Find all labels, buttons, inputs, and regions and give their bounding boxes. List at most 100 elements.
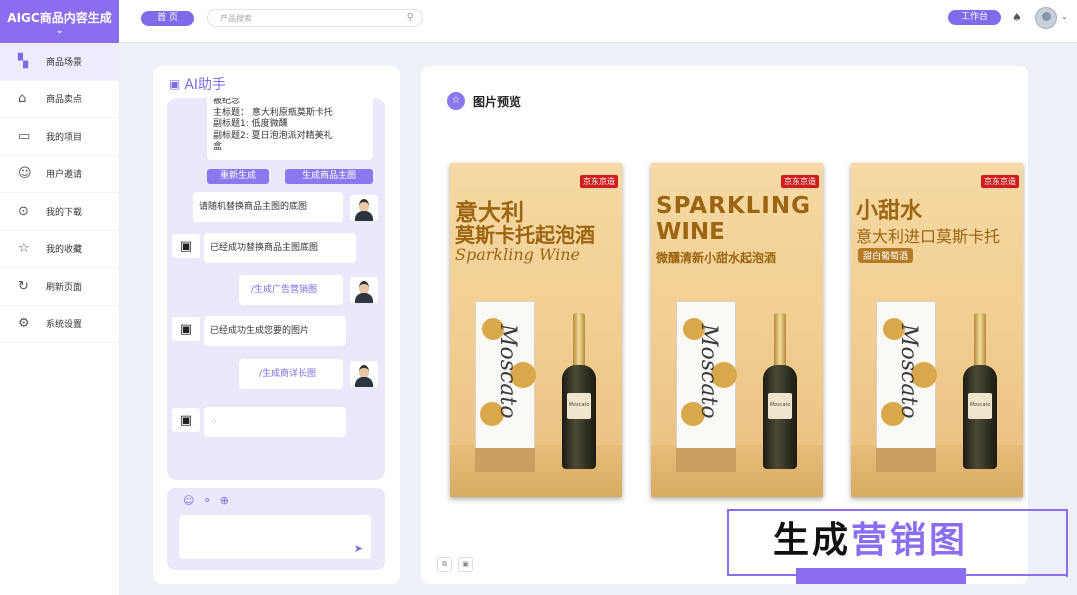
product-box-base (475, 448, 535, 472)
search-icon[interactable]: ⚲ (407, 12, 414, 23)
chat-message-user: 请随机替换商品主图的底图 (193, 192, 343, 222)
chat-title: ▣ AI助手 (169, 74, 226, 94)
poster-image[interactable]: 京东京造 小甜水 意大利进口莫斯卡托 甜白葡萄酒 Moscato Moscato (851, 163, 1023, 497)
bot-avatar: ▣ (172, 234, 200, 258)
product-box: Moscato (876, 301, 937, 471)
bottle-label-text: Moscato (568, 402, 590, 408)
poster-image[interactable]: 京东京造 SPARKLING WINE 微醺清新小甜水起泡酒 Moscato M… (651, 163, 823, 497)
store-icon: ⌂ (18, 91, 27, 107)
chevron-down-icon[interactable]: ⌄ (0, 26, 119, 36)
banner-text: 生成营销图 (773, 519, 968, 563)
product-box: Moscato (676, 301, 737, 471)
search-input[interactable]: 产品搜索 ⚲ (207, 9, 423, 27)
gear-icon: ⚙ (18, 316, 30, 332)
monitor-icon: ▣ (179, 238, 193, 254)
bottle-neck (974, 313, 986, 373)
monitor-icon: ▣ (169, 77, 181, 91)
folder-icon: ▭ (18, 128, 31, 144)
sidebar-item-invite[interactable]: ☺ 用户邀请 (0, 156, 119, 193)
chat-message-user: /生成广告营销图 (239, 275, 343, 305)
sidebar-item-label: 系统设置 (46, 320, 83, 331)
poster-headline: 莫斯卡托起泡酒 (455, 223, 595, 247)
sidebar-item-label: 商品场景 (46, 57, 83, 68)
sidebar-item-label: 我的下载 (46, 207, 83, 218)
product-box-base (676, 448, 736, 472)
product-box: Moscato (475, 301, 536, 471)
send-icon[interactable]: ➤ (354, 542, 363, 555)
regenerate-button[interactable]: 重新生成 (207, 169, 269, 184)
chat-history[interactable]: 被纪念 主标题： 意大利原瓶莫斯卡托 副标题1: 低度微醺 副标题2: 夏日泡泡… (167, 98, 385, 480)
loading-spinner: ⁘ (204, 407, 346, 437)
sidebar-item-label: 商品卖点 (46, 95, 83, 106)
box-label: Moscato (696, 324, 721, 419)
chevron-down-icon[interactable]: ⌄ (1061, 12, 1068, 21)
copy-icon[interactable]: ⧉ (437, 557, 452, 572)
monitor-icon: ▣ (179, 321, 193, 337)
avatar[interactable] (1035, 7, 1057, 29)
bot-avatar: ▣ (172, 317, 200, 341)
poster-headline: SPARKLING (656, 193, 811, 219)
generate-main-image-button[interactable]: 生成商品主图 (285, 169, 373, 184)
sidebar-item-label: 我的项目 (46, 132, 83, 143)
poster-subtitle: 意大利进口莫斯卡托 (856, 227, 1001, 246)
grid-icon: ▚ (18, 53, 28, 69)
bottle-label-text: Moscato (969, 402, 991, 408)
sidebar-item-label: 我的收藏 (46, 245, 83, 256)
poster-subtitle: 微醺清新小甜水起泡酒 (656, 251, 777, 265)
refresh-icon: ↻ (18, 278, 29, 294)
brand-logo[interactable]: AIGC商品内容生成 ⌄ (0, 0, 119, 43)
chat-line: 盒 (213, 142, 223, 152)
user-avatar (350, 277, 378, 303)
chat-line: 副标题1: 低度微醺 (213, 119, 288, 129)
bottle-label: Moscato (567, 393, 591, 419)
product-box-base (876, 448, 936, 472)
box-label: Moscato (896, 324, 921, 419)
poster-subtitle: Sparkling Wine (455, 245, 581, 264)
chat-composer: ☺ ⚬ ⊕ ➤ (167, 488, 385, 570)
plus-circle-icon[interactable]: ⊕ (220, 494, 229, 507)
sidebar-item-label: 刷新页面 (46, 282, 83, 293)
jd-badge: 京东京造 (580, 175, 618, 188)
sidebar-item-favorites[interactable]: ☆ 我的收藏 (0, 231, 119, 268)
chat-message-bot: 已经成功替换商品主图底图 (204, 233, 356, 263)
bell-icon[interactable]: ♠ (1012, 11, 1022, 24)
image-preview-panel: ☆ 图片预览 京东京造 意大利 莫斯卡托起泡酒 Sparkling Wine M… (421, 66, 1028, 584)
user-avatar (350, 195, 378, 221)
chat-input[interactable]: ➤ (179, 515, 371, 559)
composer-tools: ☺ ⚬ ⊕ (183, 494, 229, 507)
sidebar-item-settings[interactable]: ⚙ 系统设置 (0, 306, 119, 343)
box-label: Moscato (495, 324, 520, 419)
sidebar-item-scene[interactable]: ▚ 商品场景 (0, 43, 119, 81)
download-icon: ⊙ (18, 203, 29, 219)
chat-message-bot: 被纪念 主标题： 意大利原瓶莫斯卡托 副标题1: 低度微醺 副标题2: 夏日泡泡… (207, 98, 373, 160)
sidebar-item-projects[interactable]: ▭ 我的项目 (0, 118, 119, 156)
home-button[interactable]: 首 页 (141, 11, 194, 26)
monitor-icon: ▣ (179, 412, 193, 428)
preview-title-text: 图片预览 (473, 94, 522, 109)
workbench-button[interactable]: 工作台 (948, 10, 1001, 25)
chat-bubble-icon[interactable]: ⚬ (202, 494, 211, 507)
sidebar-item-selling-points[interactable]: ⌂ 商品卖点 (0, 81, 119, 118)
preview-title: ☆ 图片预览 (447, 92, 521, 110)
sidebar-item-label: 用户邀请 (46, 170, 83, 181)
brand-title: AIGC商品内容生成 (7, 11, 112, 25)
sidebar-item-refresh[interactable]: ↻ 刷新页面 (0, 268, 119, 306)
bot-avatar: ▣ (172, 408, 200, 432)
banner-text-purple: 营销图 (851, 520, 969, 561)
banner-frame-edge (1066, 509, 1068, 577)
chat-message-user: /生成商详长图 (239, 359, 343, 389)
wine-bottle: Moscato (763, 313, 797, 469)
emoji-icon[interactable]: ☺ (183, 494, 194, 507)
chat-message-bot: 已经成功生成您要的图片 (204, 316, 346, 346)
sidebar: ▚ 商品场景 ⌂ 商品卖点 ▭ 我的项目 ☺ 用户邀请 ⊙ 我的下载 ☆ 我的收… (0, 43, 119, 595)
sidebar-item-downloads[interactable]: ⊙ 我的下载 (0, 193, 119, 231)
poster-headline: 小甜水 (856, 199, 923, 224)
image-icon[interactable]: ▣ (458, 557, 473, 572)
user-add-icon: ☺ (18, 166, 32, 182)
bottle-label: Moscato (768, 393, 792, 419)
jd-badge: 京东京造 (781, 175, 819, 188)
poster-image[interactable]: 京东京造 意大利 莫斯卡托起泡酒 Sparkling Wine Moscato … (450, 163, 622, 497)
chat-line: 主标题： 意大利原瓶莫斯卡托 (213, 107, 333, 118)
banner-text-black: 生成 (773, 520, 852, 561)
chat-line: 被纪念 (213, 98, 241, 106)
